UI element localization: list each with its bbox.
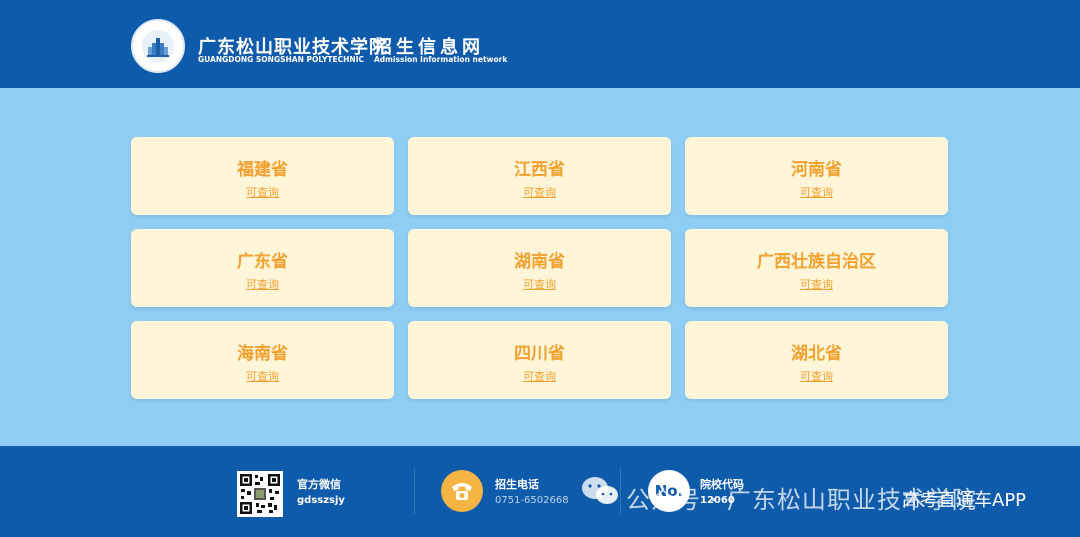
province-name: 广西壮族自治区: [757, 252, 876, 272]
site-header: 广东松山职业技术学院 GUANGDONG SONGSHAN POLYTECHNI…: [0, 0, 1080, 88]
province-card-sichuan[interactable]: 四川省 可查询: [408, 321, 671, 399]
phone-label: 招生电话: [495, 478, 539, 491]
watermark-app: 高考直通车APP: [902, 490, 1027, 511]
province-card-hainan[interactable]: 海南省 可查询: [131, 321, 394, 399]
province-card-henan[interactable]: 河南省 可查询: [685, 137, 948, 215]
query-link[interactable]: 可查询: [685, 276, 948, 292]
query-link[interactable]: 可查询: [408, 184, 671, 200]
query-link[interactable]: 可查询: [131, 184, 394, 200]
province-name: 海南省: [237, 344, 288, 364]
wechat-label: 官方微信: [297, 478, 341, 491]
province-name: 四川省: [514, 344, 565, 364]
qr-code-icon[interactable]: [237, 471, 283, 517]
province-card-guangxi[interactable]: 广西壮族自治区 可查询: [685, 229, 948, 307]
province-name: 湖北省: [791, 344, 842, 364]
query-link[interactable]: 可查询: [685, 184, 948, 200]
school-name-en: GUANGDONG SONGSHAN POLYTECHNIC: [198, 55, 364, 64]
query-link[interactable]: 可查询: [131, 368, 394, 384]
province-name: 河南省: [791, 160, 842, 180]
province-card-hunan[interactable]: 湖南省 可查询: [408, 229, 671, 307]
footer-divider: [414, 468, 415, 514]
province-card-guangdong[interactable]: 广东省 可查询: [131, 229, 394, 307]
province-card-jiangxi[interactable]: 江西省 可查询: [408, 137, 671, 215]
province-name: 湖南省: [514, 252, 565, 272]
province-card-fujian[interactable]: 福建省 可查询: [131, 137, 394, 215]
phone-icon: [441, 470, 483, 512]
province-name: 江西省: [514, 160, 565, 180]
site-title-en: Admission Information network: [374, 55, 508, 64]
footer-divider: [620, 468, 621, 514]
province-name: 广东省: [237, 252, 288, 272]
query-link[interactable]: 可查询: [408, 368, 671, 384]
wechat-id: gdsszsjy: [297, 495, 345, 506]
wechat-icon: [582, 477, 618, 504]
query-link[interactable]: 可查询: [408, 276, 671, 292]
province-card-hubei[interactable]: 湖北省 可查询: [685, 321, 948, 399]
phone-number[interactable]: 0751-6502668: [495, 495, 569, 506]
province-name: 福建省: [237, 160, 288, 180]
school-logo-icon[interactable]: [131, 19, 185, 73]
query-link[interactable]: 可查询: [131, 276, 394, 292]
query-link[interactable]: 可查询: [685, 368, 948, 384]
building-icon: [147, 38, 169, 57]
